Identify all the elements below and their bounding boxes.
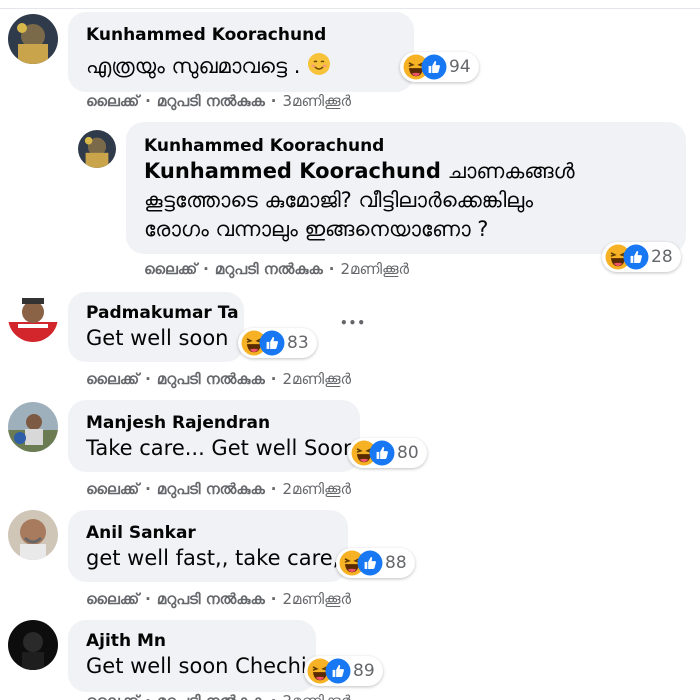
comment-actions: ലൈക്ക് · മറുപടി നൽകുക · 2മണിക്കൂർ xyxy=(86,480,351,498)
comment-actions: ലൈക്ക് · മറുപടി നൽകുക · 3മണിക്കൂർ xyxy=(86,92,351,110)
comment-text-body: ചാണകങ്ങൾ xyxy=(440,159,575,183)
like-link[interactable]: ലൈക്ക് xyxy=(86,692,139,700)
timestamp-link[interactable]: 2മണിക്കൂർ xyxy=(282,370,351,388)
timestamp-link[interactable]: 2മണിക്കൂർ xyxy=(282,590,351,608)
avatar[interactable] xyxy=(8,14,58,64)
separator: · xyxy=(270,480,277,498)
separator: · xyxy=(203,260,209,278)
reaction-icons xyxy=(307,658,351,684)
separator: · xyxy=(145,370,151,388)
separator: · xyxy=(145,692,151,700)
separator: · xyxy=(145,480,151,498)
reply-link[interactable]: മറുപടി നൽകുക xyxy=(157,370,265,388)
like-reaction-icon xyxy=(325,658,351,684)
more-options-icon[interactable]: ••• xyxy=(340,316,366,330)
timestamp-link[interactable]: 3മണിക്കൂർ xyxy=(282,92,351,110)
comment-author[interactable]: Kunhammed Koorachund xyxy=(86,25,326,45)
timestamp-link[interactable]: 2മണിക്കൂർ xyxy=(282,692,351,700)
like-link[interactable]: ലൈക്ക് xyxy=(86,480,139,498)
reaction-summary[interactable]: 94 xyxy=(400,52,479,82)
comment-author[interactable]: Anil Sankar xyxy=(86,523,196,543)
like-reaction-icon xyxy=(357,550,383,576)
reaction-icons xyxy=(605,244,649,270)
separator: · xyxy=(328,260,335,278)
like-link[interactable]: ലൈക്ക് xyxy=(86,92,139,110)
reply-link[interactable]: മറുപടി നൽകുക xyxy=(157,590,265,608)
like-link[interactable]: ലൈക്ക് xyxy=(144,260,197,278)
comment-author[interactable]: Manjesh Rajendran xyxy=(86,413,270,433)
comment-author[interactable]: Kunhammed Koorachund xyxy=(144,136,384,156)
reaction-count: 88 xyxy=(385,553,407,573)
comment-text: Get well soon Chechi xyxy=(86,654,307,678)
reply-link[interactable]: മറുപടി നൽകുക xyxy=(157,480,265,498)
separator: · xyxy=(145,92,151,110)
separator: · xyxy=(270,92,277,110)
reaction-summary[interactable]: 80 xyxy=(348,438,427,468)
comment-text-line: രോഗം വന്നാലും ഇങ്ങനെയാണോ ? xyxy=(144,217,489,241)
comment-text-body: എത്രയും സുഖമാവട്ടെ . xyxy=(86,54,301,78)
like-reaction-icon xyxy=(259,330,285,356)
separator: · xyxy=(145,590,151,608)
reaction-icons xyxy=(403,54,447,80)
comment-actions: ലൈക്ക് · മറുപടി നൽകുക · 2മണിക്കൂർ xyxy=(86,590,351,608)
reaction-icons xyxy=(339,550,383,576)
reaction-summary[interactable]: 28 xyxy=(602,242,681,272)
like-reaction-icon xyxy=(421,54,447,80)
separator: · xyxy=(270,370,277,388)
reaction-count: 94 xyxy=(449,57,471,77)
comment-actions: ലൈക്ക് · മറുപടി നൽകുക · 2മണിക്കൂർ xyxy=(144,260,409,278)
reaction-count: 28 xyxy=(651,247,673,267)
avatar[interactable] xyxy=(8,510,58,560)
avatar[interactable] xyxy=(8,620,58,670)
smiling-face-emoji xyxy=(308,53,331,75)
separator: · xyxy=(270,590,277,608)
comment-author[interactable]: Padmakumar Ta xyxy=(86,303,239,323)
like-reaction-icon xyxy=(369,440,395,466)
like-link[interactable]: ലൈക്ക് xyxy=(86,370,139,388)
timestamp-link[interactable]: 2മണിക്കൂർ xyxy=(340,260,409,278)
timestamp-link[interactable]: 2മണിക്കൂർ xyxy=(282,480,351,498)
reaction-summary[interactable]: 89 xyxy=(304,656,383,686)
comment-actions: ലൈക്ക് · മറുപടി നൽകുക · 2മണിക്കൂർ xyxy=(86,370,351,388)
separator: · xyxy=(271,692,277,700)
comment-author[interactable]: Ajith Mn xyxy=(86,631,166,651)
comment-text: Take care... Get well Soon xyxy=(86,436,357,460)
divider xyxy=(0,8,700,9)
reaction-summary[interactable]: 88 xyxy=(336,548,415,578)
comment-text: Get well soon xyxy=(86,326,229,350)
reaction-summary[interactable]: 83 xyxy=(238,328,317,358)
mentioned-author[interactable]: Kunhammed Koorachund xyxy=(144,159,441,183)
reply-link[interactable]: മറുപടി നൽകുക xyxy=(157,692,265,700)
like-link[interactable]: ലൈക്ക് xyxy=(86,590,139,608)
comment-text: Kunhammed Koorachund ചാണകങ്ങൾ കൂട്ടത്തോട… xyxy=(144,157,614,244)
comment-actions: ലൈക്ക് · മറുപടി നൽകുക · 2മണിക്കൂർ xyxy=(86,692,351,700)
comments-section: Kunhammed Koorachund എത്രയും സുഖമാവട്ടെ … xyxy=(0,0,700,700)
reply-link[interactable]: മറുപടി നൽകുക xyxy=(215,260,323,278)
reaction-count: 89 xyxy=(353,661,375,681)
reaction-icons xyxy=(241,330,285,356)
avatar[interactable] xyxy=(78,130,116,168)
like-reaction-icon xyxy=(623,244,649,270)
comment-text-line: Kunhammed Koorachund ചാണകങ്ങൾ xyxy=(144,157,614,186)
comment-text-line: കൂട്ടത്തോടെ കുമോജി? വീട്ടിലാർക്കെങ്കിലും xyxy=(144,188,534,212)
comment-text: get well fast,, take care,,, xyxy=(86,546,353,570)
reaction-count: 80 xyxy=(397,443,419,463)
reply-link[interactable]: മറുപടി നൽകുക xyxy=(157,92,265,110)
avatar[interactable] xyxy=(8,402,58,452)
avatar[interactable] xyxy=(8,292,58,342)
comment-text: എത്രയും സുഖമാവട്ടെ . xyxy=(86,52,331,79)
reaction-icons xyxy=(351,440,395,466)
reaction-count: 83 xyxy=(287,333,309,353)
